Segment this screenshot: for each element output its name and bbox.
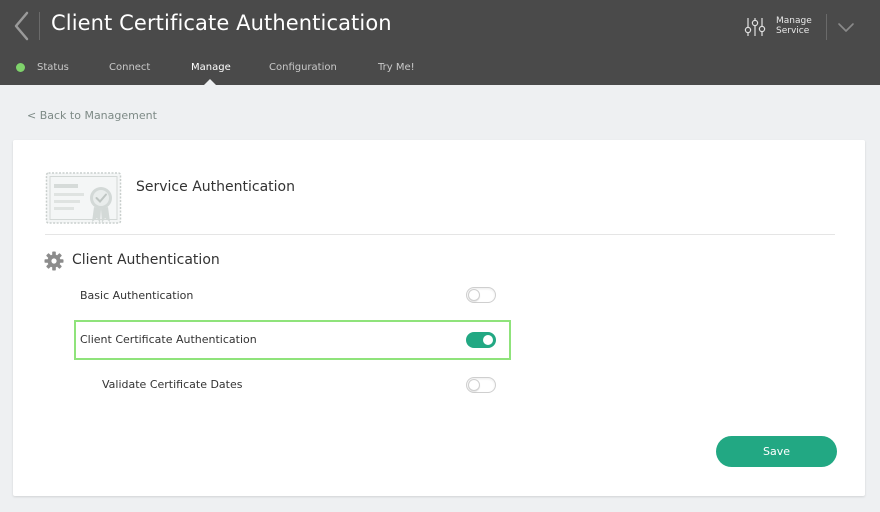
toggle-knob <box>483 335 493 345</box>
validate-certificate-dates-toggle[interactable] <box>466 377 496 393</box>
tab-configuration[interactable]: Configuration <box>269 62 337 73</box>
chevron-down-icon[interactable] <box>837 20 855 34</box>
validate-certificate-dates-label: Validate Certificate Dates <box>102 378 243 391</box>
client-certificate-authentication-label: Client Certificate Authentication <box>80 333 257 346</box>
toggle-knob <box>468 289 480 301</box>
service-authentication-card: Service Authentication Client Authentica… <box>13 140 865 496</box>
header-divider <box>826 14 827 40</box>
certificate-icon <box>45 172 122 224</box>
card-divider <box>45 234 835 235</box>
card-title: Service Authentication <box>136 179 295 195</box>
save-button[interactable]: Save <box>716 436 837 467</box>
basic-authentication-label: Basic Authentication <box>80 289 194 302</box>
basic-authentication-toggle[interactable] <box>466 287 496 303</box>
manage-service-line1: Manage <box>776 16 812 26</box>
active-tab-caret <box>204 79 216 85</box>
gear-icon <box>44 251 64 271</box>
manage-service-button[interactable]: Manage Service <box>744 14 814 40</box>
header-bar: Client Certificate Authentication Manage… <box>0 0 880 85</box>
tab-connect[interactable]: Connect <box>109 62 150 73</box>
toggle-knob <box>468 379 480 391</box>
tab-status[interactable]: Status <box>37 62 69 73</box>
section-title: Client Authentication <box>72 252 220 268</box>
manage-service-line2: Service <box>776 26 810 36</box>
back-to-management-link[interactable]: < Back to Management <box>27 109 157 122</box>
tab-manage[interactable]: Manage <box>191 62 231 73</box>
client-certificate-authentication-toggle[interactable] <box>466 332 496 348</box>
tab-try-me[interactable]: Try Me! <box>378 62 415 73</box>
page-title: Client Certificate Authentication <box>51 11 392 35</box>
sliders-icon <box>744 18 766 36</box>
chevron-left-icon[interactable] <box>12 10 32 42</box>
title-divider <box>39 12 40 40</box>
manage-service-label: Manage Service <box>776 16 812 36</box>
nav-tabs: Status Connect Manage Configuration Try … <box>0 58 880 85</box>
